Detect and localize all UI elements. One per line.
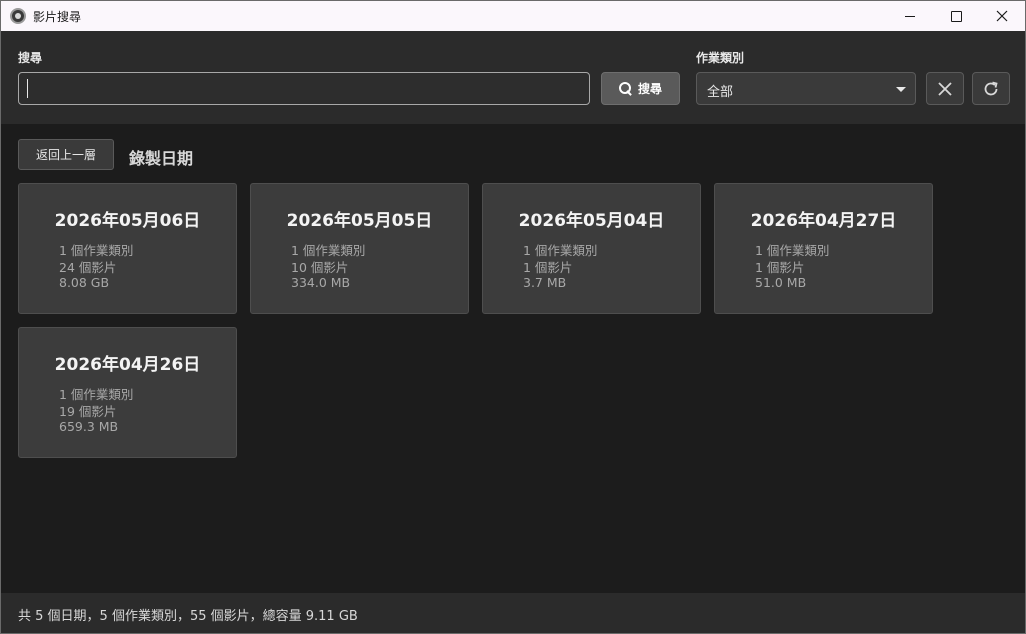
card-date: 2026年05月04日 — [518, 211, 665, 231]
card-video-count: 1 個影片 — [755, 260, 805, 275]
search-panel: 搜尋 作業類別 搜尋 全部 — [1, 31, 1025, 124]
card-date: 2026年05月05日 — [286, 211, 433, 231]
card-size: 3.7 MB — [523, 275, 567, 290]
minimize-icon — [905, 15, 915, 17]
card-video-count: 24 個影片 — [59, 260, 117, 275]
chevron-down-icon — [896, 87, 906, 92]
category-label: 作業類別 — [696, 51, 745, 65]
maximize-button[interactable] — [933, 1, 979, 31]
date-card[interactable]: 2026年05月04日 1 個作業類別 1 個影片 3.7 MB — [482, 183, 701, 314]
window-title: 影片搜尋 — [33, 10, 82, 24]
card-size: 51.0 MB — [755, 275, 807, 290]
close-icon — [996, 10, 1008, 22]
card-size: 334.0 MB — [291, 275, 351, 290]
card-video-count: 1 個影片 — [523, 260, 573, 275]
app-logo-icon — [10, 8, 26, 24]
card-video-count: 19 個影片 — [59, 404, 117, 419]
search-input[interactable] — [18, 72, 590, 105]
date-card[interactable]: 2026年05月05日 1 個作業類別 10 個影片 334.0 MB — [250, 183, 469, 314]
card-video-count: 10 個影片 — [291, 260, 349, 275]
category-selected-value: 全部 — [707, 85, 734, 100]
card-date: 2026年04月27日 — [750, 211, 897, 231]
date-card[interactable]: 2026年05月06日 1 個作業類別 24 個影片 8.08 GB — [18, 183, 237, 314]
card-date: 2026年04月26日 — [54, 355, 201, 375]
date-card[interactable]: 2026年04月27日 1 個作業類別 1 個影片 51.0 MB — [714, 183, 933, 314]
text-caret — [27, 79, 28, 98]
refresh-button[interactable] — [972, 72, 1010, 105]
search-icon — [618, 82, 632, 95]
close-icon — [938, 81, 952, 96]
card-size: 8.08 GB — [59, 275, 110, 290]
refresh-icon — [984, 81, 998, 95]
section-title: 錄製日期 — [129, 149, 194, 168]
status-summary: 共 5 個日期，5 個作業類別，55 個影片，總容量 9.11 GB — [18, 609, 358, 624]
search-button-label: 搜尋 — [637, 82, 662, 96]
app-window: 影片搜尋 搜尋 作業類別 搜尋 全部 返回上一層 錄製日期 2026年05月06… — [0, 0, 1026, 634]
card-date: 2026年05月06日 — [54, 211, 201, 231]
search-label: 搜尋 — [18, 51, 43, 65]
title-bar[interactable]: 影片搜尋 — [1, 1, 1025, 31]
date-card-grid: 2026年05月06日 1 個作業類別 24 個影片 8.08 GB 2026年… — [18, 183, 1018, 473]
date-card[interactable]: 2026年04月26日 1 個作業類別 19 個影片 659.3 MB — [18, 327, 237, 458]
minimize-button[interactable] — [887, 1, 933, 31]
status-bar: 共 5 個日期，5 個作業類別，55 個影片，總容量 9.11 GB — [1, 593, 1025, 633]
maximize-icon — [950, 10, 962, 22]
clear-button[interactable] — [926, 72, 964, 105]
back-button[interactable]: 返回上一層 — [18, 139, 114, 170]
card-size: 659.3 MB — [59, 419, 119, 434]
category-select[interactable]: 全部 — [696, 72, 916, 105]
close-window-button[interactable] — [979, 1, 1025, 31]
search-button[interactable]: 搜尋 — [601, 72, 680, 105]
